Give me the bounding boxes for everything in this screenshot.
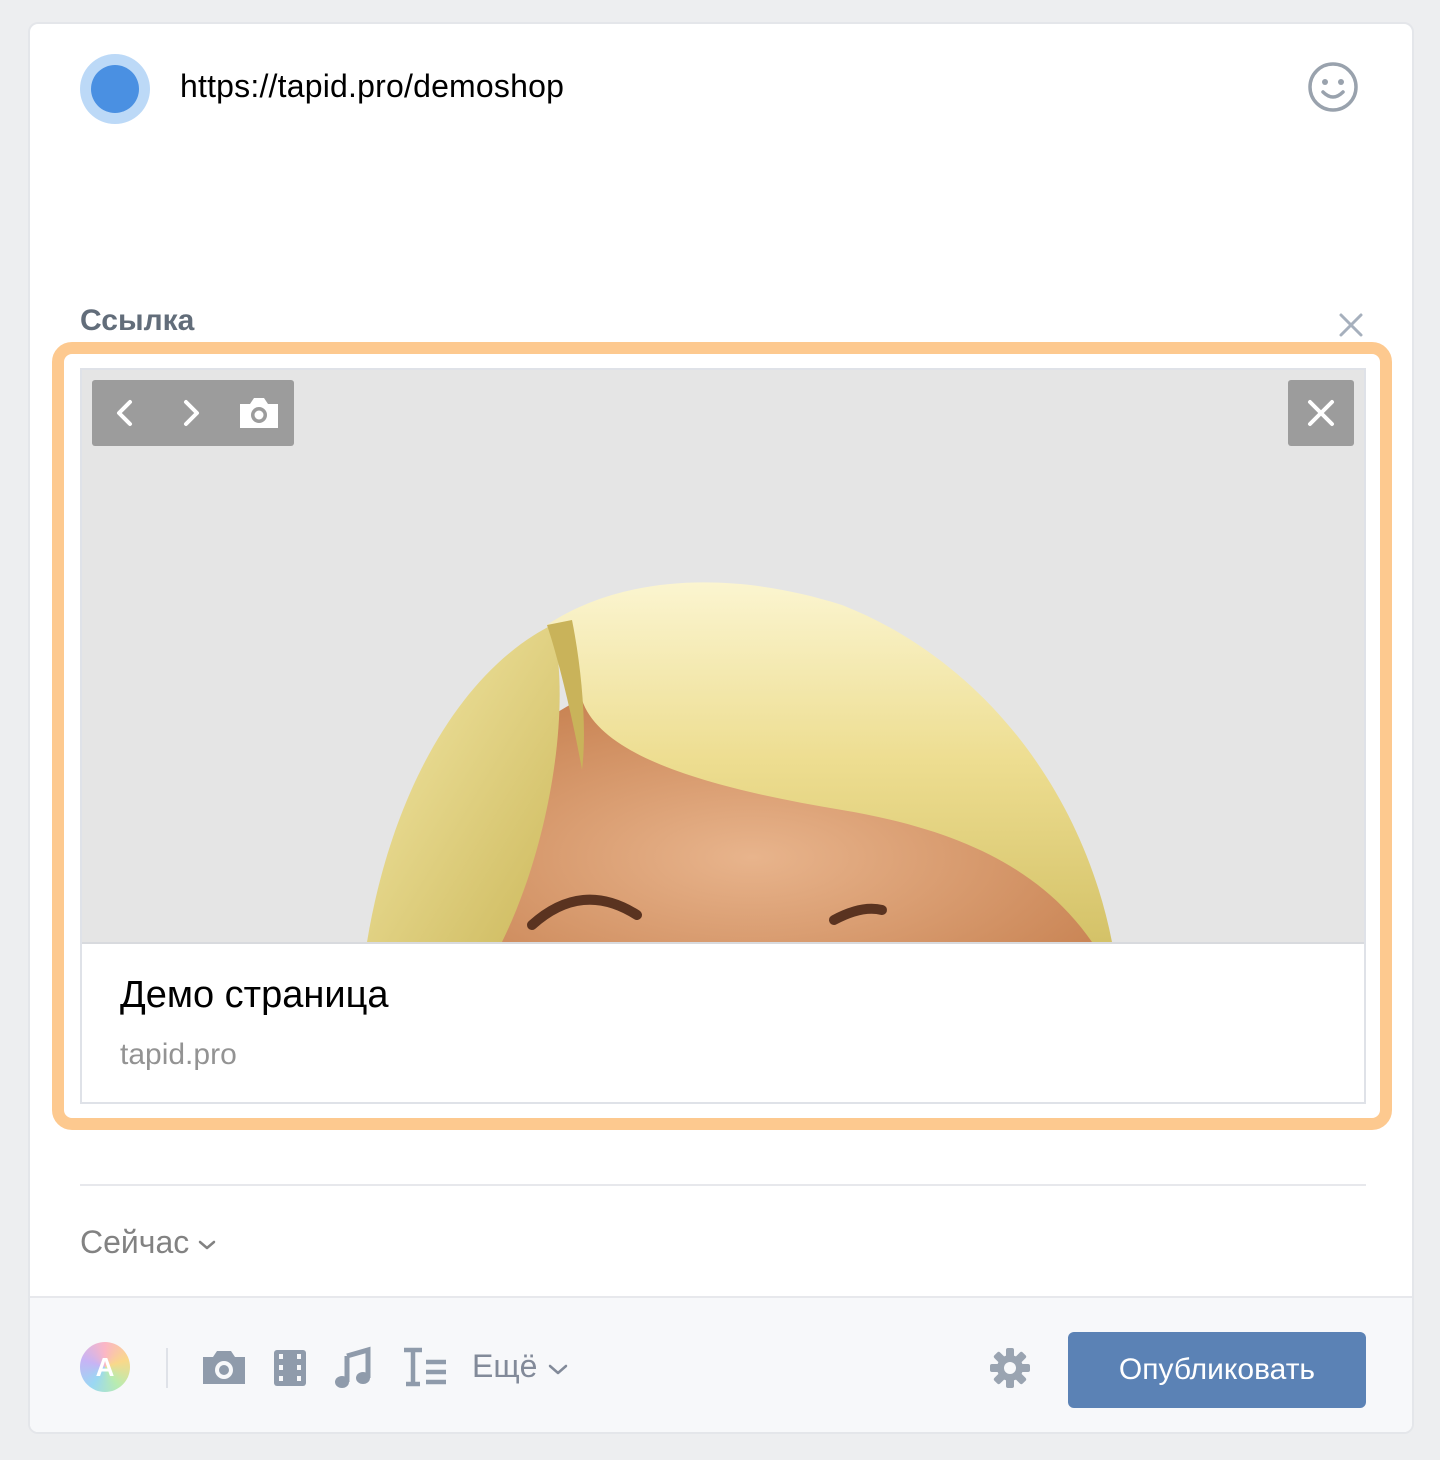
divider: [80, 1184, 1366, 1186]
link-section-title: Ссылка: [80, 304, 195, 337]
preview-domain: tapid.pro: [120, 1038, 237, 1071]
image-controls: [92, 380, 294, 446]
video-icon[interactable]: [270, 1342, 310, 1392]
camera-icon[interactable]: [226, 380, 292, 446]
publish-time-label: Сейчас: [80, 1224, 190, 1260]
gear-icon[interactable]: [988, 1346, 1032, 1390]
close-icon[interactable]: [1288, 380, 1354, 446]
music-icon[interactable]: [332, 1342, 374, 1392]
preview-title[interactable]: Демо страница: [120, 974, 388, 1017]
author-select-icon[interactable]: A: [80, 1342, 130, 1392]
more-label: Ещё: [472, 1348, 538, 1384]
more-menu-button[interactable]: Ещё: [472, 1348, 569, 1385]
avatar[interactable]: [80, 54, 150, 124]
avatar-dot: [91, 65, 139, 113]
remove-link-icon[interactable]: [1336, 310, 1366, 340]
post-text-input[interactable]: https://tapid.pro/demoshop: [180, 68, 564, 105]
publish-time-select[interactable]: Сейчас: [80, 1224, 217, 1261]
composer-toolbar: A Ещё Опубликовать: [30, 1296, 1412, 1432]
emoji-icon[interactable]: [1306, 60, 1360, 114]
toolbar-separator: [166, 1348, 168, 1388]
preview-image: [82, 370, 1364, 944]
chevron-left-icon[interactable]: [92, 380, 158, 446]
author-initial: A: [95, 1352, 115, 1382]
photo-icon[interactable]: [200, 1342, 248, 1392]
chevron-down-icon: [199, 1240, 216, 1249]
chevron-down-icon: [549, 1364, 568, 1374]
link-preview[interactable]: Демо страница tapid.pro: [80, 368, 1366, 1104]
chevron-right-icon[interactable]: [158, 380, 224, 446]
emoji-face-image: [367, 582, 1112, 942]
post-composer: https://tapid.pro/demoshop Ссылка Демо с…: [28, 22, 1414, 1434]
article-icon[interactable]: [400, 1342, 450, 1392]
publish-button[interactable]: Опубликовать: [1068, 1332, 1366, 1408]
